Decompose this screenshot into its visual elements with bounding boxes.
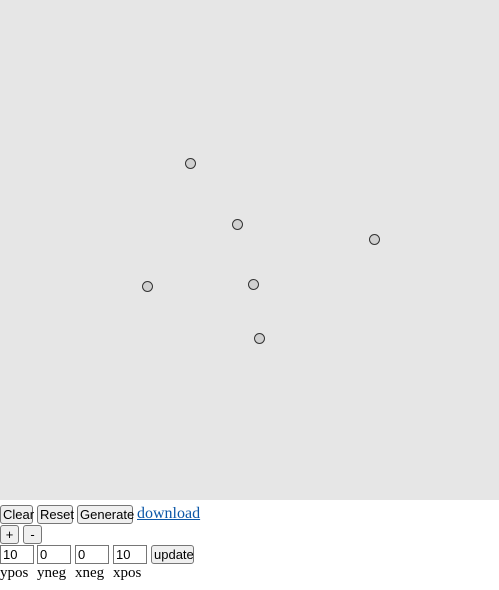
xpos-label: xpos [113,565,142,581]
yneg-input[interactable]: 0 [37,545,71,564]
ypos-label: ypos [0,565,29,581]
canvas-point[interactable] [248,279,259,290]
canvas-point[interactable] [254,333,265,344]
xpos-input[interactable]: 10 [113,545,147,564]
zoom-out-button[interactable]: - [23,525,42,544]
generate-button[interactable]: Generate [77,505,134,524]
yneg-label: yneg [37,565,67,581]
xneg-label: xneg [75,565,105,581]
xneg-input[interactable]: 0 [75,545,109,564]
ypos-input[interactable]: 10 [0,545,34,564]
canvas-point[interactable] [232,219,243,230]
drawing-canvas[interactable] [0,0,499,500]
canvas-point[interactable] [142,281,153,292]
update-button[interactable]: update [151,545,194,564]
clear-button[interactable]: Clear [0,505,34,524]
reset-button[interactable]: Reset [37,505,74,524]
zoom-in-button[interactable]: + [0,525,19,544]
canvas-point[interactable] [185,158,196,169]
download-link[interactable]: download [137,505,200,523]
canvas-point[interactable] [369,234,380,245]
